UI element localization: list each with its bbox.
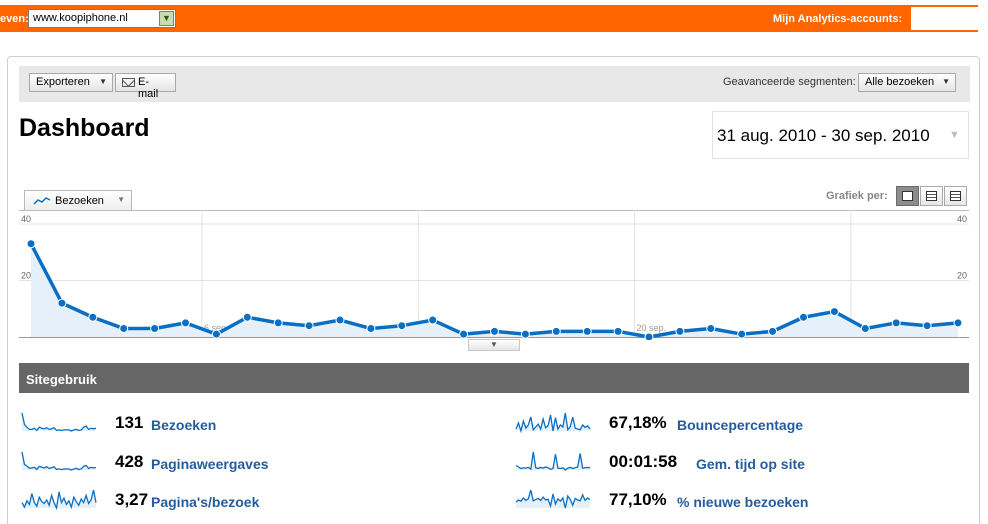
y-tick-label-right: 40 — [957, 214, 967, 224]
new-visits-sparkline — [515, 489, 591, 509]
top-bar: even: www.koopiphone.nl ▼ Mijn Analytics… — [0, 5, 978, 32]
pages-per-visit-sparkline — [21, 489, 97, 510]
stat-label-link[interactable]: Gem. tijd op site — [696, 456, 805, 472]
stat-visits: 131 Bezoeken — [20, 411, 440, 433]
data-point[interactable] — [459, 329, 469, 339]
data-point[interactable] — [428, 315, 438, 325]
data-point[interactable] — [211, 329, 221, 339]
chevron-down-icon: ▼ — [490, 340, 498, 349]
stat-value: 428 — [115, 452, 144, 471]
data-point[interactable] — [706, 324, 716, 334]
export-button-label: Exporteren — [36, 76, 90, 88]
metric-select[interactable]: Bezoeken ▼ — [24, 190, 132, 211]
data-point[interactable] — [26, 239, 36, 249]
graph-per-day-button[interactable] — [896, 186, 919, 206]
data-point[interactable] — [57, 298, 67, 308]
stat-bounce-rate: 67,18% Bouncepercentage — [514, 411, 964, 433]
chevron-down-icon[interactable]: ▼ — [159, 11, 174, 26]
data-point[interactable] — [273, 318, 283, 328]
line-chart-icon — [33, 197, 51, 205]
stat-avg-time-on-site: 00:01:58 Gem. tijd op site — [514, 450, 964, 472]
data-point[interactable] — [675, 326, 685, 336]
stat-label-link[interactable]: Bouncepercentage — [677, 417, 803, 433]
data-point[interactable] — [737, 329, 747, 339]
data-point[interactable] — [953, 318, 963, 328]
graph-per-label: Grafiek per: — [826, 190, 888, 202]
email-button[interactable]: E-mail — [115, 73, 176, 100]
data-point[interactable] — [397, 321, 407, 331]
segments-select[interactable]: Alle bezoeken ▼ — [858, 73, 956, 92]
data-point[interactable] — [366, 324, 376, 334]
data-point[interactable] — [613, 326, 623, 336]
stat-new-visits: 77,10% % nieuwe bezoeken — [514, 488, 964, 510]
stat-label-link[interactable]: Paginaweergaves — [151, 456, 269, 472]
day-view-icon — [902, 191, 913, 201]
y-tick-label-left: 40 — [21, 214, 31, 224]
stat-label-link[interactable]: % nieuwe bezoeken — [677, 494, 808, 510]
date-range-text: 31 aug. 2010 - 30 sep. 2010 — [717, 126, 930, 145]
stat-value: 131 — [115, 413, 144, 432]
data-point[interactable] — [335, 315, 345, 325]
graph-per-month-button[interactable] — [944, 186, 967, 206]
stat-value: 3,27 — [115, 490, 149, 509]
chevron-down-icon: ▼ — [942, 77, 950, 86]
site-select-label: even: — [0, 13, 29, 25]
data-point[interactable] — [242, 312, 252, 322]
stat-pages-per-visit: 3,27 Pagina's/bezoek — [20, 488, 440, 510]
data-point[interactable] — [922, 321, 932, 331]
chevron-down-icon: ▼ — [117, 195, 125, 204]
stat-value: 67,18% — [609, 413, 667, 432]
data-point[interactable] — [891, 318, 901, 328]
mail-icon — [122, 78, 135, 87]
stat-pageviews: 428 Paginaweergaves — [20, 450, 440, 472]
segments-select-value: Alle bezoeken — [865, 76, 935, 88]
data-point[interactable] — [551, 326, 561, 336]
segments-label: Geavanceerde segmenten: — [723, 76, 856, 88]
y-tick-label-right: 20 — [957, 271, 967, 281]
data-point[interactable] — [520, 329, 530, 339]
report-toolbar: Exporteren ▼ E-mail Geavanceerde segment… — [19, 66, 970, 102]
stat-value: 77,10% — [609, 490, 667, 509]
bounce-rate-sparkline — [515, 412, 591, 433]
data-point[interactable] — [88, 312, 98, 322]
chevron-down-icon: ▼ — [99, 77, 107, 86]
data-point[interactable] — [582, 326, 592, 336]
data-point[interactable] — [799, 312, 808, 322]
data-point[interactable] — [181, 318, 190, 328]
chart-collapse-button[interactable]: ▼ — [468, 339, 520, 351]
data-point[interactable] — [490, 326, 499, 336]
stat-label-link[interactable]: Bezoeken — [151, 417, 216, 433]
visits-sparkline — [21, 412, 97, 432]
data-point[interactable] — [119, 324, 129, 334]
month-view-icon — [950, 191, 961, 201]
week-view-icon — [926, 191, 937, 201]
graph-per-week-button[interactable] — [920, 186, 943, 206]
data-point[interactable] — [829, 307, 839, 317]
section-header: Sitegebruik — [19, 363, 969, 393]
accounts-select[interactable] — [911, 7, 978, 30]
data-point[interactable] — [768, 326, 778, 336]
metric-select-label: Bezoeken — [55, 195, 104, 207]
email-button-label: E-mail — [138, 76, 159, 100]
pageviews-sparkline — [21, 451, 97, 471]
stat-value: 00:01:58 — [609, 452, 678, 471]
accounts-label: Mijn Analytics-accounts: — [773, 13, 903, 25]
data-point[interactable] — [860, 324, 870, 334]
site-select-value: www.koopiphone.nl — [33, 12, 128, 24]
avg-time-sparkline — [515, 451, 591, 471]
export-button[interactable]: Exporteren ▼ — [29, 73, 113, 92]
chevron-down-icon[interactable]: ▼ — [949, 129, 960, 141]
data-point[interactable] — [644, 332, 654, 340]
section-title: Sitegebruik — [26, 372, 97, 387]
stat-label-link[interactable]: Pagina's/bezoek — [151, 494, 259, 510]
visits-chart: 202040406 sep.13 sep.20 sep.27 sep. — [19, 210, 969, 340]
data-point[interactable] — [150, 324, 160, 334]
site-select[interactable]: www.koopiphone.nl ▼ — [28, 9, 176, 28]
data-point[interactable] — [304, 321, 314, 331]
y-tick-label-left: 20 — [21, 271, 31, 281]
page-title: Dashboard — [19, 114, 150, 142]
x-tick-label: 20 sep. — [637, 323, 667, 333]
date-range-picker[interactable]: 31 aug. 2010 - 30 sep. 2010 ▼ — [712, 111, 969, 159]
